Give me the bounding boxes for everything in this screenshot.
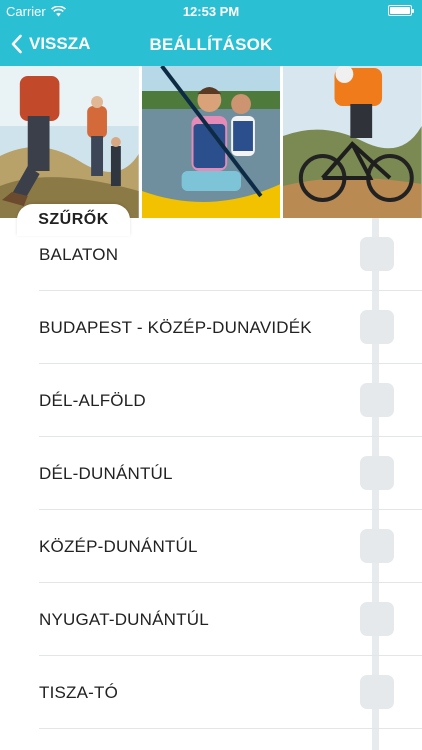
- kayaking-photo: [141, 66, 281, 218]
- region-label: DÉL-DUNÁNTÚL: [39, 464, 173, 483]
- region-checkbox[interactable]: [360, 383, 394, 417]
- filters-tab[interactable]: SZŰRŐK: [17, 204, 130, 236]
- photo-strip: [0, 66, 422, 218]
- list-item[interactable]: DÉL-ALFÖLD: [0, 364, 422, 437]
- page-title: BEÁLLÍTÁSOK: [149, 35, 273, 54]
- region-checkbox[interactable]: [360, 602, 394, 636]
- navigation-bar: VISSZA BEÁLLÍTÁSOK: [0, 22, 422, 66]
- region-checkbox[interactable]: [360, 310, 394, 344]
- region-checkbox[interactable]: [360, 237, 394, 271]
- region-label: DÉL-ALFÖLD: [39, 391, 146, 410]
- list-item[interactable]: TISZA-TÓ: [0, 656, 422, 729]
- region-checkbox[interactable]: [360, 529, 394, 563]
- cycling-photo: [283, 66, 422, 218]
- status-time: 12:53 PM: [182, 4, 240, 19]
- region-label: BUDAPEST - KÖZÉP-DUNAVIDÉK: [39, 318, 312, 337]
- list-item[interactable]: DÉL-DUNÁNTÚL: [0, 437, 422, 510]
- battery-icon: [388, 5, 414, 16]
- region-checkbox[interactable]: [360, 456, 394, 490]
- region-label: NYUGAT-DUNÁNTÚL: [39, 610, 209, 629]
- status-bar: Carrier 12:53 PM: [0, 0, 422, 22]
- row-divider: [39, 728, 422, 729]
- list-item[interactable]: KÖZÉP-DUNÁNTÚL: [0, 510, 422, 583]
- region-list: BALATON BUDAPEST - KÖZÉP-DUNAVIDÉK DÉL-A…: [0, 218, 422, 750]
- hiking-photo: [0, 66, 139, 218]
- list-item[interactable]: NYUGAT-DUNÁNTÚL: [0, 583, 422, 656]
- region-label: TISZA-TÓ: [39, 683, 119, 702]
- region-label: KÖZÉP-DUNÁNTÚL: [39, 537, 198, 556]
- region-checkbox[interactable]: [360, 675, 394, 709]
- list-item[interactable]: BUDAPEST - KÖZÉP-DUNAVIDÉK: [0, 291, 422, 364]
